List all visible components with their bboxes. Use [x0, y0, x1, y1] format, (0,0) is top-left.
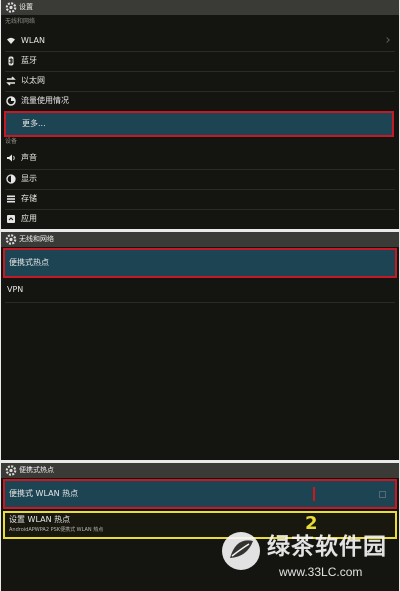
- settings-item-storage[interactable]: 存储: [1, 189, 399, 209]
- portable-hotspot-screen: 便携式热点 便携式 WLAN 热点 设置 WLAN 热点 AndroidAPWP…: [1, 463, 399, 591]
- settings-item-more[interactable]: 更多...: [4, 111, 394, 137]
- setup-hotspot-summary: AndroidAPWPA2 PSK便携式 WLAN 热点: [9, 527, 104, 533]
- wifi-icon: [7, 37, 15, 44]
- action-bar: 便携式热点: [1, 463, 399, 478]
- page-title: 便携式热点: [19, 466, 54, 474]
- settings-item-vpn[interactable]: VPN: [1, 280, 399, 300]
- settings-screen: 设置 无线和网络 WLAN 蓝牙 以太网 流量使用情况 更多... 设备 声音 …: [1, 0, 399, 229]
- settings-item-label: 声音: [21, 153, 37, 162]
- settings-item-label: VPN: [7, 285, 24, 294]
- gear-icon: [5, 465, 17, 476]
- sound-icon: [7, 154, 15, 162]
- settings-item-bluetooth[interactable]: 蓝牙: [1, 51, 399, 71]
- action-bar: 无线和网络: [1, 232, 399, 247]
- settings-item-ethernet[interactable]: 以太网: [1, 71, 399, 91]
- apps-icon: [7, 215, 15, 223]
- settings-item-label: 显示: [21, 174, 37, 183]
- settings-item-sound[interactable]: 声音: [1, 148, 399, 168]
- settings-item-label: 应用: [21, 214, 37, 223]
- chevron-right-icon: [384, 37, 390, 43]
- settings-item-data-usage[interactable]: 流量使用情况: [1, 91, 399, 111]
- logo-icon: [222, 532, 260, 570]
- settings-item-display[interactable]: 显示: [1, 169, 399, 189]
- annotation-marker-1: [313, 487, 315, 501]
- page-title: 设置: [19, 3, 33, 11]
- divider: [5, 302, 395, 303]
- settings-item-wlan[interactable]: WLAN: [1, 31, 399, 51]
- settings-item-label: 更多...: [22, 119, 46, 128]
- settings-item-label: 便携式热点: [9, 258, 49, 267]
- gear-icon: [5, 234, 17, 245]
- display-icon: [6, 174, 16, 184]
- section-header-device: 设备: [5, 138, 18, 145]
- watermark: 绿茶软件园 www.33LC.com: [219, 525, 399, 589]
- settings-item-label: 存储: [21, 194, 37, 203]
- settings-item-apps[interactable]: 应用: [1, 209, 399, 229]
- hotspot-checkbox[interactable]: [379, 491, 386, 498]
- section-header-wireless: 无线和网络: [5, 18, 36, 25]
- hotspot-toggle-label: 便携式 WLAN 热点: [9, 489, 79, 498]
- settings-item-label: 以太网: [21, 76, 45, 85]
- setup-hotspot-label: 设置 WLAN 热点: [9, 515, 71, 524]
- action-bar: 设置: [1, 0, 399, 15]
- watermark-url: www.33LC.com: [279, 565, 363, 579]
- gear-icon: [5, 2, 17, 13]
- settings-item-label: 蓝牙: [21, 56, 37, 65]
- settings-item-label: WLAN: [21, 36, 46, 45]
- portable-wlan-hotspot-toggle-row[interactable]: 便携式 WLAN 热点: [3, 479, 397, 509]
- storage-icon: [7, 195, 15, 203]
- data-usage-icon: [6, 96, 16, 106]
- page-title: 无线和网络: [19, 235, 54, 243]
- bluetooth-icon: [8, 56, 14, 66]
- settings-item-portable-hotspot[interactable]: 便携式热点: [3, 248, 397, 278]
- watermark-brand: 绿茶软件园: [267, 534, 387, 560]
- settings-item-label: 流量使用情况: [21, 96, 69, 105]
- wireless-networks-screen: 无线和网络 便携式热点 VPN: [1, 232, 399, 460]
- ethernet-icon: [6, 76, 16, 86]
